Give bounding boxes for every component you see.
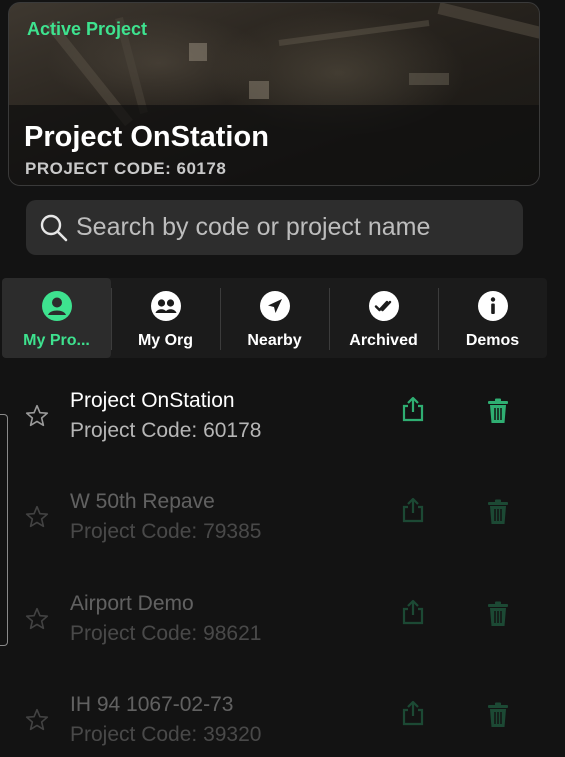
tab-label: Demos xyxy=(465,332,520,349)
project-code: Project Code: 60178 xyxy=(70,419,262,442)
project-code: Project Code: 98621 xyxy=(70,622,262,645)
star-icon[interactable] xyxy=(24,403,50,434)
group-icon xyxy=(150,290,182,322)
tab-label: My Pro... xyxy=(23,332,90,349)
project-list-item[interactable]: W 50th Repave Project Code: 79385 xyxy=(0,478,565,578)
star-icon[interactable] xyxy=(24,606,50,637)
project-name: IH 94 1067-02-73 xyxy=(70,693,234,716)
star-icon[interactable] xyxy=(24,504,50,535)
share-icon[interactable] xyxy=(401,395,425,428)
navigation-arrow-icon xyxy=(259,290,291,322)
tab-my-projects[interactable]: My Pro... xyxy=(2,278,111,358)
project-name: W 50th Repave xyxy=(70,490,215,513)
trash-icon[interactable] xyxy=(487,499,509,530)
project-name: Airport Demo xyxy=(70,592,194,615)
double-check-icon xyxy=(368,290,400,322)
project-code: Project Code: 39320 xyxy=(70,723,262,746)
star-icon[interactable] xyxy=(24,707,50,738)
tab-label: My Org xyxy=(137,332,194,349)
share-icon[interactable] xyxy=(401,598,425,631)
tab-nearby[interactable]: Nearby xyxy=(220,278,329,358)
active-project-label: Active Project xyxy=(27,19,148,39)
tab-label: Nearby xyxy=(247,332,302,349)
active-project-title: Project OnStation xyxy=(24,121,269,153)
project-list-item[interactable]: Project OnStation Project Code: 60178 xyxy=(0,377,565,477)
trash-icon[interactable] xyxy=(487,702,509,733)
info-icon xyxy=(477,290,509,322)
share-icon[interactable] xyxy=(401,699,425,732)
search-placeholder: Search by code or project name xyxy=(76,213,431,241)
trash-icon[interactable] xyxy=(487,398,509,429)
active-project-card[interactable]: Active Project Project OnStation PROJECT… xyxy=(8,2,540,186)
person-icon xyxy=(41,290,73,322)
search-icon xyxy=(32,213,76,243)
tab-archived[interactable]: Archived xyxy=(329,278,438,358)
search-input[interactable]: Search by code or project name xyxy=(26,200,523,255)
trash-icon[interactable] xyxy=(487,601,509,632)
active-project-code: PROJECT CODE: 60178 xyxy=(25,159,227,178)
project-list-item[interactable]: IH 94 1067-02-73 Project Code: 39320 xyxy=(0,681,565,757)
share-icon[interactable] xyxy=(401,496,425,529)
tab-demos[interactable]: Demos xyxy=(438,278,547,358)
project-name: Project OnStation xyxy=(70,389,235,412)
tab-label: Archived xyxy=(349,332,418,349)
project-filter-tabs: My Pro... My Org Nearby Archived Demos xyxy=(2,278,547,358)
project-code: Project Code: 79385 xyxy=(70,520,262,543)
tab-my-org[interactable]: My Org xyxy=(111,278,220,358)
project-list-item[interactable]: Airport Demo Project Code: 98621 xyxy=(0,580,565,680)
